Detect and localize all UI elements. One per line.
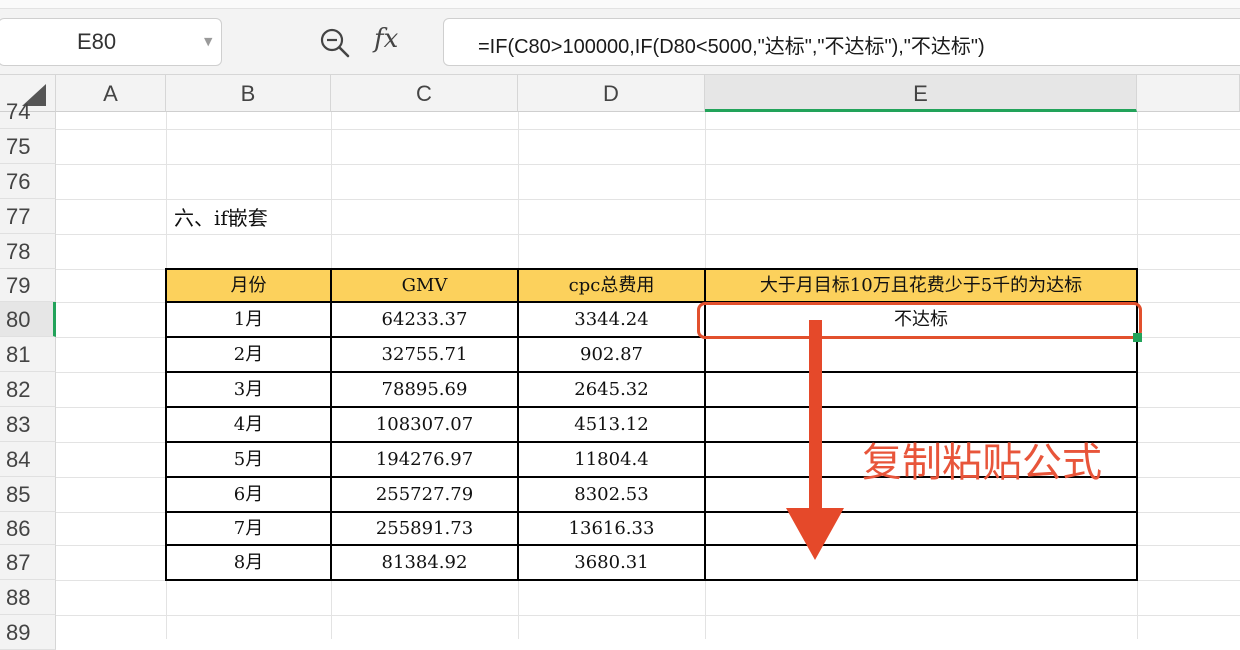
table-cell[interactable]: 255727.79 <box>331 477 518 512</box>
row-gridline <box>56 615 1240 616</box>
column-header-a[interactable]: A <box>56 75 166 112</box>
table-cell[interactable]: 32755.71 <box>331 337 518 372</box>
table-cell[interactable] <box>705 545 1137 580</box>
table-border <box>166 406 1138 408</box>
row-header-84[interactable]: 84 <box>0 442 56 477</box>
highlight-box <box>697 302 1142 339</box>
row-header-78[interactable]: 78 <box>0 234 56 269</box>
table-border <box>166 579 1138 581</box>
toolbar-top-strip <box>0 0 1240 9</box>
header-cell[interactable]: 月份 <box>166 269 331 302</box>
formula-text: =IF(C80>100000,IF(D80<5000,"达标","不达标"),"… <box>478 36 985 58</box>
table-border <box>166 371 1138 373</box>
fill-handle[interactable] <box>1133 333 1142 342</box>
annotation-text: 复制粘贴公式 <box>862 440 1102 486</box>
table-cell[interactable]: 8月 <box>166 545 331 580</box>
table-cell[interactable]: 4513.12 <box>518 407 705 442</box>
table-border <box>166 511 1138 513</box>
table-cell[interactable]: 902.87 <box>518 337 705 372</box>
header-cell[interactable]: 大于月目标10万且花费少于5千的为达标 <box>705 269 1137 302</box>
row-header-85[interactable]: 85 <box>0 477 56 512</box>
row-header-75[interactable]: 75 <box>0 129 56 164</box>
row-header-79[interactable]: 79 <box>0 269 56 302</box>
row-header-87[interactable]: 87 <box>0 545 56 580</box>
formula-toolbar: E80 ▼ fx =IF(C80>100000,IF(D80<5000,"达标"… <box>0 0 1240 75</box>
table-border <box>165 268 167 581</box>
table-cell[interactable]: 8302.53 <box>518 477 705 512</box>
table-cell[interactable]: 7月 <box>166 512 331 545</box>
row-header-77[interactable]: 77 <box>0 199 56 234</box>
name-box-value: E80 <box>77 29 117 54</box>
row-header-89[interactable]: 89 <box>0 615 56 650</box>
table-cell[interactable]: 1月 <box>166 302 331 337</box>
table-cell[interactable]: 13616.33 <box>518 512 705 545</box>
name-box[interactable]: E80 ▼ <box>0 18 222 66</box>
table-border <box>166 544 1138 546</box>
header-cell[interactable]: cpc总费用 <box>518 269 705 302</box>
column-header-b[interactable]: B <box>166 75 331 112</box>
table-border <box>517 268 519 581</box>
row-header-76[interactable]: 76 <box>0 164 56 199</box>
down-arrow-icon <box>786 320 844 560</box>
table-cell[interactable]: 2月 <box>166 337 331 372</box>
table-border <box>166 268 1138 270</box>
formula-input[interactable]: =IF(C80>100000,IF(D80<5000,"达标","不达标"),"… <box>443 18 1240 66</box>
row-gridline <box>56 199 1240 200</box>
row-gridline <box>56 234 1240 235</box>
function-icon[interactable]: fx <box>374 24 398 54</box>
row-gridline <box>56 129 1240 130</box>
table-cell[interactable]: 4月 <box>166 407 331 442</box>
row-header-86[interactable]: 86 <box>0 512 56 545</box>
row-header-74[interactable]: 74 <box>0 101 56 129</box>
row-header-80[interactable]: 80 <box>0 302 56 337</box>
zoom-icon[interactable] <box>318 26 352 60</box>
table-cell[interactable]: 2645.32 <box>518 372 705 407</box>
header-cell[interactable]: GMV <box>331 269 518 302</box>
table-cell[interactable] <box>705 372 1137 407</box>
column-header-d[interactable]: D <box>518 75 705 112</box>
table-cell[interactable]: 64233.37 <box>331 302 518 337</box>
table-cell[interactable]: 3月 <box>166 372 331 407</box>
table-cell[interactable]: 6月 <box>166 477 331 512</box>
table-cell[interactable]: 3680.31 <box>518 545 705 580</box>
table-cell[interactable]: 108307.07 <box>331 407 518 442</box>
section-title[interactable]: 六、if嵌套 <box>174 202 268 231</box>
row-header-88[interactable]: 88 <box>0 580 56 615</box>
table-cell[interactable] <box>705 512 1137 545</box>
column-header-e[interactable]: E <box>705 75 1137 112</box>
table-cell[interactable]: 11804.4 <box>518 442 705 477</box>
row-header-81[interactable]: 81 <box>0 337 56 372</box>
row-header-82[interactable]: 82 <box>0 372 56 407</box>
column-header-f[interactable] <box>1137 75 1240 112</box>
table-cell[interactable]: 3344.24 <box>518 302 705 337</box>
table-cell[interactable]: 81384.92 <box>331 545 518 580</box>
table-cell[interactable]: 5月 <box>166 442 331 477</box>
row-gridline <box>56 164 1240 165</box>
table-cell[interactable]: 255891.73 <box>331 512 518 545</box>
table-cell[interactable]: 78895.69 <box>331 372 518 407</box>
chevron-down-icon[interactable]: ▼ <box>204 35 212 48</box>
column-header-c[interactable]: C <box>331 75 518 112</box>
table-border <box>330 268 332 581</box>
row-header-83[interactable]: 83 <box>0 407 56 442</box>
table-cell[interactable] <box>705 337 1137 372</box>
table-cell[interactable]: 194276.97 <box>331 442 518 477</box>
